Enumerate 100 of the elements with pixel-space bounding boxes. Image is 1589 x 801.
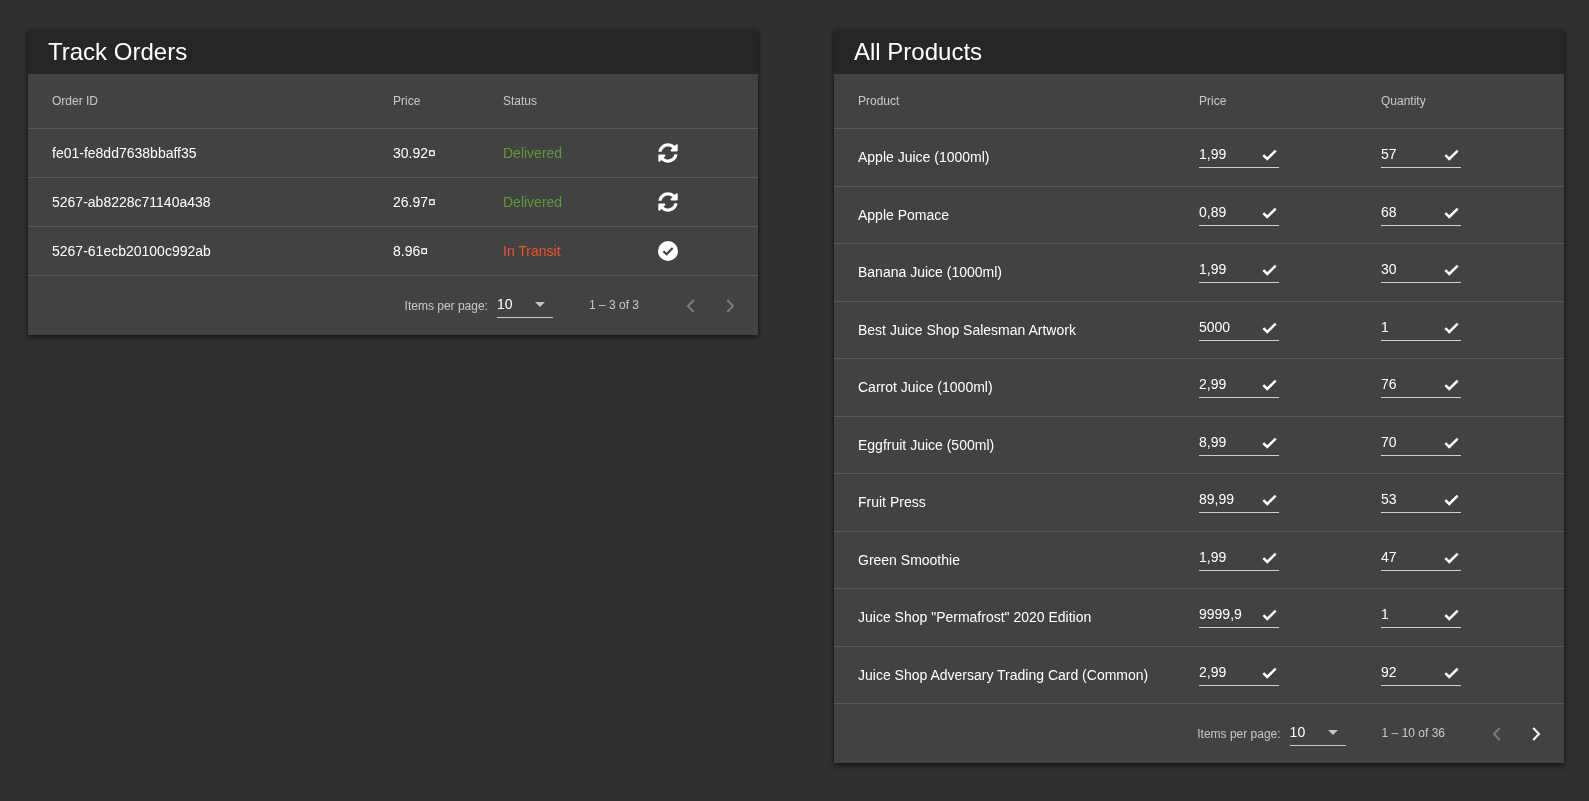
items-per-page-label: Items per page: [1197, 726, 1281, 741]
check-icon [1262, 321, 1277, 334]
check-icon [1262, 666, 1277, 679]
quantity-input[interactable]: 57 [1381, 142, 1461, 169]
status-text: Delivered [503, 145, 563, 161]
save-button[interactable] [1262, 551, 1277, 564]
page-range-label: 1 – 10 of 36 [1381, 725, 1445, 740]
refresh-button[interactable] [658, 192, 678, 212]
refresh-icon [658, 192, 678, 212]
check-icon [1262, 551, 1277, 564]
save-button[interactable] [1262, 494, 1277, 507]
price-input[interactable]: 89,99 [1199, 487, 1279, 514]
table-cell: Banana Juice (1000ml) [858, 264, 1002, 281]
save-button[interactable] [1444, 264, 1459, 277]
column-header: Price [1199, 94, 1227, 108]
save-button[interactable] [1262, 666, 1277, 679]
chevron-right-icon [725, 298, 735, 313]
status-text: In Transit [503, 243, 561, 259]
quantity-input[interactable]: 47 [1381, 544, 1461, 571]
caret-icon [1327, 729, 1338, 735]
price-input[interactable]: 1,99 [1199, 142, 1279, 169]
card-title: Track Orders [48, 37, 188, 66]
check-icon [1444, 666, 1459, 679]
refresh-button[interactable] [658, 143, 678, 163]
table-cell: 5267-ab8228c71140a438 [52, 194, 211, 210]
table-cell: Eggfruit Juice (500ml) [858, 436, 995, 453]
page-range-label: 1 – 3 of 3 [588, 297, 639, 312]
save-button[interactable] [1262, 264, 1277, 277]
quantity-input[interactable]: 76 [1381, 372, 1461, 399]
status-text: Delivered [503, 194, 563, 210]
table-cell: 30.92¤ [393, 145, 436, 161]
check-icon [1444, 264, 1459, 277]
price-input[interactable]: 9999,9 [1199, 602, 1279, 629]
check-icon [1262, 264, 1277, 277]
quantity-input[interactable]: 30 [1381, 257, 1461, 284]
refresh-icon [658, 143, 678, 163]
save-button[interactable] [1262, 379, 1277, 392]
check-icon [1262, 149, 1277, 162]
check-icon [1444, 551, 1459, 564]
save-button[interactable] [1262, 321, 1277, 334]
column-header: Product [858, 94, 900, 108]
table-cell: Juice Shop Adversary Trading Card (Common) [858, 666, 1149, 683]
save-button[interactable] [1444, 666, 1459, 679]
price-input[interactable]: 8,99 [1199, 429, 1279, 456]
price-input[interactable]: 2,99 [1199, 659, 1279, 686]
page-size-select[interactable]: 10 [496, 293, 553, 318]
check-icon [1444, 321, 1459, 334]
save-button[interactable] [1444, 321, 1459, 334]
check-circle-icon [658, 241, 678, 261]
quantity-input[interactable]: 1 [1381, 602, 1461, 629]
save-button[interactable] [1444, 149, 1459, 162]
save-button[interactable] [1444, 206, 1459, 219]
table-cell: 5267-61ecb20100c992ab [52, 243, 211, 259]
save-button[interactable] [1262, 609, 1277, 622]
check-icon [1444, 379, 1459, 392]
table-cell: 8.96¤ [393, 243, 429, 259]
check-icon [1262, 206, 1277, 219]
column-header: Price [393, 94, 421, 108]
price-input[interactable]: 2,99 [1199, 372, 1279, 399]
check-icon [1444, 494, 1459, 507]
column-header: Status [503, 94, 538, 108]
items-per-page-label: Items per page: [404, 298, 488, 313]
save-button[interactable] [1444, 609, 1459, 622]
table-cell: fe01-fe8dd7638bbaff35 [52, 145, 197, 161]
table-cell: 26.97¤ [393, 194, 436, 210]
page-size-select[interactable]: 10 [1289, 721, 1346, 746]
save-button[interactable] [1262, 149, 1277, 162]
table-cell: Apple Juice (1000ml) [858, 149, 990, 166]
price-input[interactable]: 5000 [1199, 314, 1279, 341]
quantity-input[interactable]: 70 [1381, 429, 1461, 456]
save-button[interactable] [1444, 494, 1459, 507]
check-icon [1262, 436, 1277, 449]
table-cell: Juice Shop "Permafrost" 2020 Edition [858, 609, 1092, 626]
save-button[interactable] [1444, 551, 1459, 564]
quantity-input[interactable]: 53 [1381, 487, 1461, 514]
column-header: Quantity [1381, 94, 1426, 108]
quantity-input[interactable]: 92 [1381, 659, 1461, 686]
table-cell: Apple Pomace [858, 206, 950, 223]
table-cell: Carrot Juice (1000ml) [858, 379, 993, 396]
save-button[interactable] [1262, 206, 1277, 219]
column-header: Order ID [52, 94, 98, 108]
quantity-input[interactable]: 68 [1381, 199, 1461, 226]
check-icon [1444, 206, 1459, 219]
chevron-left-icon [685, 298, 695, 313]
save-button[interactable] [1444, 379, 1459, 392]
price-input[interactable]: 1,99 [1199, 257, 1279, 284]
price-input[interactable]: 1,99 [1199, 544, 1279, 571]
price-input[interactable]: 0,89 [1199, 199, 1279, 226]
quantity-input[interactable]: 1 [1381, 314, 1461, 341]
confirm-button[interactable] [658, 241, 678, 261]
check-icon [1262, 379, 1277, 392]
save-button[interactable] [1262, 436, 1277, 449]
check-icon [1444, 436, 1459, 449]
caret-icon [534, 301, 545, 307]
check-icon [1262, 609, 1277, 622]
table-cell: Fruit Press [858, 494, 926, 511]
save-button[interactable] [1444, 436, 1459, 449]
chevron-right-icon [1531, 726, 1541, 741]
table-cell: Best Juice Shop Salesman Artwork [858, 321, 1076, 338]
card-title: All Products [854, 37, 983, 66]
